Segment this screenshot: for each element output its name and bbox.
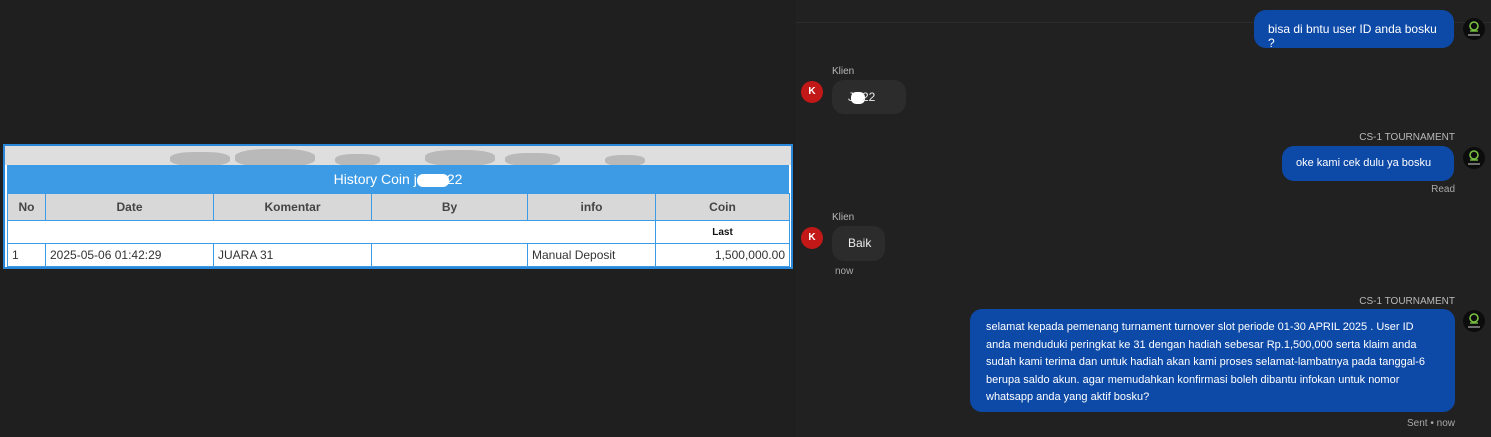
history-coin-title: History Coin j 22 xyxy=(7,165,789,193)
message-status: Read xyxy=(1431,184,1455,195)
chat-bubble-outgoing: bisa di bntu user ID anda bosku ? xyxy=(1254,10,1454,50)
sub-header-last: Last xyxy=(655,220,790,244)
cell-coin: 1,500,000.00 xyxy=(655,243,790,267)
message-text: selamat kepada pemenang turnament turnov… xyxy=(986,321,1426,403)
coin-history-table: No Date Komentar By info Coin Last 1 202… xyxy=(7,193,790,267)
title-text: History Coin j xyxy=(333,171,417,187)
agent-logo-icon xyxy=(1463,310,1485,332)
sub-header-row: Last xyxy=(7,220,790,244)
col-date[interactable]: Date xyxy=(45,193,214,221)
history-coin-panel: History Coin j 22 No Date Komentar By inf… xyxy=(3,144,793,269)
cell-date: 2025-05-06 01:42:29 xyxy=(45,243,214,267)
client-avatar: K xyxy=(801,227,823,249)
message-time: now xyxy=(835,266,854,277)
client-avatar: K xyxy=(801,81,823,103)
title-suffix: 22 xyxy=(446,171,463,187)
sender-label: CS-1 TOURNAMENT xyxy=(1359,296,1455,307)
sender-label: Klien xyxy=(832,66,855,77)
history-coin-viewer: History Coin j 22 No Date Komentar By inf… xyxy=(0,0,796,437)
cell-no: 1 xyxy=(7,243,46,267)
col-info[interactable]: info xyxy=(527,193,656,221)
message-text: bisa di bntu user ID anda bosku ? xyxy=(1268,22,1437,50)
col-komentar[interactable]: Komentar xyxy=(213,193,372,221)
message-text-suffix: 22 xyxy=(862,90,876,104)
redacted-block xyxy=(416,173,449,187)
cell-by xyxy=(371,243,528,267)
table-header-row: No Date Komentar By info Coin xyxy=(7,193,790,221)
chat-bubble-outgoing: oke kami cek dulu ya bosku xyxy=(1282,146,1454,181)
world-map-banner xyxy=(5,146,791,165)
cell-info: Manual Deposit xyxy=(527,243,656,267)
table-row: 1 2025-05-06 01:42:29 JUARA 31 Manual De… xyxy=(7,243,790,267)
message-status: Sent • now xyxy=(1407,418,1455,429)
sender-label: Klien xyxy=(832,212,855,223)
cell-komentar: JUARA 31 xyxy=(213,243,372,267)
chat-bubble-incoming: J22 xyxy=(832,80,906,114)
message-text: Baik xyxy=(848,236,872,250)
sub-header-empty xyxy=(7,220,656,244)
chat-panel: bisa di bntu user ID anda bosku ? Klien … xyxy=(796,0,1491,437)
chat-bubble-outgoing: selamat kepada pemenang turnament turnov… xyxy=(970,309,1455,412)
chat-bubble-incoming: Baik xyxy=(832,226,885,261)
col-no[interactable]: No xyxy=(7,193,46,221)
agent-logo-icon xyxy=(1463,147,1485,169)
col-coin[interactable]: Coin xyxy=(655,193,790,221)
agent-logo-icon xyxy=(1463,18,1485,40)
message-text: oke kami cek dulu ya bosku xyxy=(1296,157,1432,169)
col-by[interactable]: By xyxy=(371,193,528,221)
sender-label: CS-1 TOURNAMENT xyxy=(1359,132,1455,143)
